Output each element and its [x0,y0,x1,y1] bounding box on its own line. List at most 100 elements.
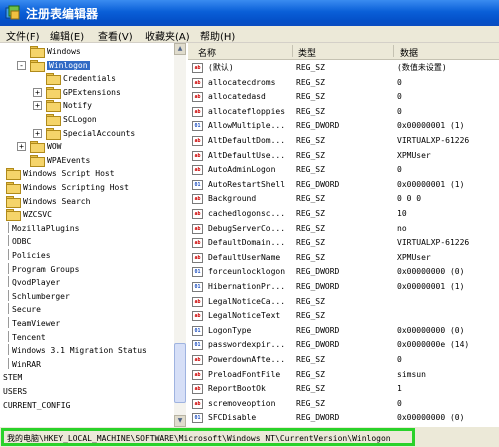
tree-item-label: Policies [12,251,51,260]
value-type: REG_DWORD [296,179,340,189]
tree-item[interactable]: Tencent [8,330,46,344]
window-title: 注册表编辑器 [26,7,99,21]
menu-view[interactable]: 查看(V) [98,28,133,43]
value-name: LegalNoticeText [208,311,281,321]
folder-icon [30,154,45,167]
tree-item[interactable]: WZCSVC [6,208,52,222]
menu-edit[interactable]: 编辑(E) [50,28,84,43]
tree-item[interactable]: USERS [3,385,27,398]
value-row[interactable]: ab allocatecdroms REG_SZ 0 [188,76,499,90]
tree-item-label: Windows 3.1 Migration Status [12,346,147,356]
value-row[interactable]: 01 forceunlocklogon REG_DWORD 0x00000000 (0… [188,265,499,279]
column-name-header[interactable]: 名称 [198,46,216,59]
value-row[interactable]: ab AltDefaultUse... REG_SZ XPMUser [188,149,499,163]
title-bar[interactable]: 注册表编辑器 [0,0,499,26]
tree-item[interactable]: SCLogon [46,113,97,126]
value-row[interactable]: ab allocatefloppies REG_SZ 0 [188,105,499,119]
tree-item[interactable]: + WOW [17,140,61,154]
reg-string-icon: ab [192,165,203,176]
value-row[interactable]: ab PreloadFontFile REG_SZ simsun [188,368,499,382]
expand-icon[interactable]: + [33,101,42,111]
tree-item[interactable]: Windows Search [6,195,90,208]
value-row[interactable]: ab DefaultUserName REG_SZ XPMUser [188,251,499,265]
tree-item[interactable]: Windows [30,45,81,58]
collapse-icon[interactable]: - [17,60,26,70]
folder-icon [46,99,61,113]
menu-file[interactable]: 文件(F) [6,28,40,43]
value-type: REG_DWORD [296,325,340,335]
folder-icon [6,208,21,222]
tree-item[interactable]: + Notify [33,99,92,113]
menu-favorites[interactable]: 收藏夹(A) [145,28,190,43]
value-row[interactable]: ab DefaultDomain... REG_SZ VIRTUALXP-61226 [188,236,499,250]
value-row[interactable]: ab LegalNoticeText REG_SZ [188,309,499,323]
folder-open-icon [30,59,45,72]
value-row[interactable]: 01 AllowMultiple... REG_DWORD 0x00000001 (1… [188,119,499,133]
expand-icon[interactable]: + [33,128,42,138]
value-row[interactable]: ab DebugServerCo... REG_SZ no [188,222,499,236]
tree-item[interactable]: QvodPlayer [8,276,60,289]
tree-item[interactable]: Schlumberger [8,289,70,303]
tree-item[interactable]: STEM [3,371,22,384]
value-row[interactable]: ab scremoveoption REG_SZ 0 [188,397,499,411]
tree-item[interactable]: CURRENT_CONFIG [3,399,70,412]
tree-item[interactable]: + GPExtensions [33,86,121,99]
reg-binary-icon: 01 [192,179,203,190]
tree-item[interactable]: + SpecialAccounts [33,127,135,140]
tree-item[interactable]: Windows Scripting Host [6,181,129,194]
tree-item[interactable]: Credentials [46,72,116,86]
expand-icon[interactable]: + [33,87,42,97]
value-name: AllowMultiple... [208,121,286,131]
value-row[interactable]: ab AltDefaultDom... REG_SZ VIRTUALXP-61226 [188,134,499,148]
value-data: 0x00000001 (1) [397,121,465,131]
tree-item[interactable]: Policies [8,249,51,262]
tree-item[interactable]: Windows Script Host [6,167,115,181]
column-data-header[interactable]: 数据 [400,46,418,59]
tree-item[interactable]: WinRAR [8,357,41,371]
tree-item[interactable]: Secure [8,303,41,316]
tree-item[interactable]: TeamViewer [8,317,60,330]
tree-scrollbar[interactable]: ▲ ▼ [174,43,186,427]
value-row[interactable]: 01 SFCDisable REG_DWORD 0x00000000 (0) [188,411,499,425]
value-row[interactable]: ab cachedlogonsc... REG_SZ 10 [188,207,499,221]
column-type-header[interactable]: 类型 [298,46,316,59]
value-row[interactable]: 01 LogonType REG_DWORD 0x00000000 (0) [188,324,499,338]
value-row[interactable]: 01 AutoRestartShell REG_DWORD 0x00000001 (1… [188,178,499,192]
scroll-up-button[interactable]: ▲ [174,43,186,55]
tree-item-label: MozillaPlugins [12,223,80,233]
tree-item-label: Winlogon [47,60,90,70]
tree-item[interactable]: Program Groups [8,262,79,276]
tree-item[interactable]: Windows 3.1 Migration Status [8,344,147,357]
value-type: REG_SZ [296,384,325,394]
value-name: DefaultDomain... [208,238,286,248]
value-data: 0 0 0 [397,194,422,204]
menu-help[interactable]: 帮助(H) [200,28,235,43]
value-row[interactable]: 01 passwordexpir... REG_DWORD 0x0000000e (1… [188,338,499,352]
status-path-highlight: 我的电脑\HKEY_LOCAL_MACHINE\SOFTWARE\Microso… [1,428,415,446]
scroll-thumb[interactable] [174,343,186,403]
reg-string-icon: ab [192,63,203,73]
tree-item[interactable]: ODBC [8,235,31,248]
value-row[interactable]: ab allocatedasd REG_SZ 0 [188,90,499,104]
registry-tree[interactable]: Windows - Winlogon Credentials + GPExtensions… [0,43,186,427]
value-type: REG_SZ [296,165,325,175]
value-row[interactable]: ab (默认) REG_SZ (数值未设置) [188,61,499,75]
value-data: VIRTUALXP-61226 [397,136,470,145]
value-row[interactable]: ab ReportBootOk REG_SZ 1 [188,382,499,396]
expand-icon[interactable]: + [17,142,26,152]
value-row[interactable]: ab PowerdownAfte... REG_SZ 0 [188,353,499,367]
value-name: HibernationPr... [208,282,286,291]
reg-string-icon: ab [192,92,203,103]
value-row[interactable]: 01 HibernationPr... REG_DWORD 0x00000001 (1… [188,280,499,294]
value-name: PowerdownAfte... [208,355,286,364]
value-type: REG_SZ [296,252,325,262]
tree-item[interactable]: WPAEvents [30,154,90,167]
value-row[interactable]: ab AutoAdminLogon REG_SZ 0 [188,163,499,177]
values-list[interactable]: 名称 类型 数据 ab (默认) REG_SZ (数值未设置) ab allocatecd… [188,43,499,427]
value-row[interactable]: ab LegalNoticeCa... REG_SZ [188,295,499,309]
scroll-down-button[interactable]: ▼ [174,415,186,427]
tree-item[interactable]: - Winlogon [17,59,90,72]
tree-item-label: QvodPlayer [12,278,61,288]
value-row[interactable]: ab Background REG_SZ 0 0 0 [188,192,499,206]
tree-item[interactable]: MozillaPlugins [8,221,80,235]
